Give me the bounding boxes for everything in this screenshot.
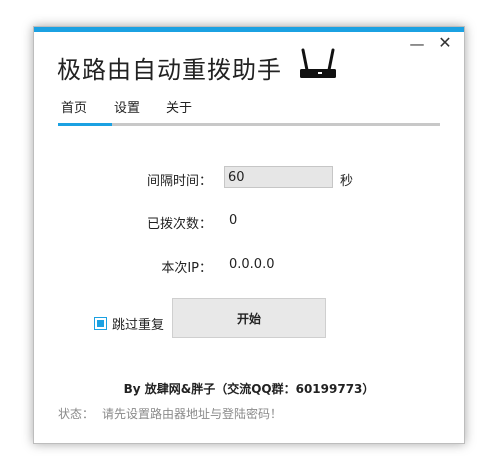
tab-about[interactable]: 关于 (166, 97, 192, 116)
window-accent-bar (34, 27, 464, 32)
checkbox-checked-icon[interactable] (94, 317, 107, 330)
interval-label: 间隔时间： (146, 174, 212, 189)
tab-active-indicator (58, 123, 112, 126)
app-title: 极路由自动重拨助手 (57, 56, 282, 84)
minimize-button[interactable]: — (407, 33, 427, 55)
interval-unit: 秒 (340, 174, 354, 189)
app-window: — ✕ 极路由自动重拨助手 首页 设置 关于 间隔时间： 秒 已拨次数： 0 本… (33, 26, 465, 444)
status-bar: 状态： 请先设置路由器地址与登陆密码！ (58, 405, 282, 422)
redial-count-value: 0 (229, 213, 238, 228)
skip-duplicate-label: 跳过重复 (112, 318, 165, 333)
current-ip-label: 本次IP： (161, 261, 212, 276)
tab-settings[interactable]: 设置 (114, 97, 140, 116)
router-icon (300, 48, 336, 78)
redial-count-label: 已拨次数： (146, 217, 212, 232)
skip-duplicate-checkbox[interactable]: 跳过重复 (94, 314, 164, 333)
close-button[interactable]: ✕ (435, 32, 455, 54)
status-text: 请先设置路由器地址与登陆密码！ (102, 407, 283, 421)
tab-home[interactable]: 首页 (61, 97, 87, 116)
tab-divider (58, 123, 440, 126)
start-button[interactable]: 开始 (172, 298, 326, 338)
current-ip-value: 0.0.0.0 (229, 257, 275, 272)
status-label: 状态： (58, 407, 95, 421)
credit-text: By 放肆网&胖子（交流QQ群：60199773） (123, 382, 375, 396)
interval-input[interactable] (224, 166, 333, 188)
